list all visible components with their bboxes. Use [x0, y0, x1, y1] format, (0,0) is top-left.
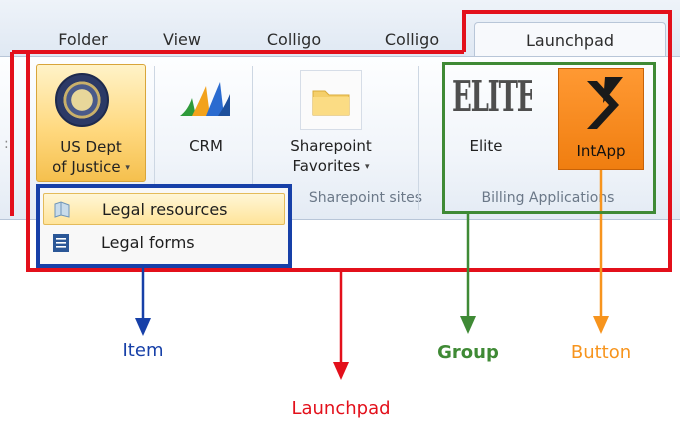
callout-button: Button: [570, 342, 632, 363]
callout-item: Item: [122, 340, 164, 361]
item-highlight-box: [36, 184, 292, 268]
group-highlight-box: [442, 62, 656, 214]
callout-group: Group: [437, 342, 499, 363]
callout-launchpad: Launchpad: [291, 398, 391, 419]
